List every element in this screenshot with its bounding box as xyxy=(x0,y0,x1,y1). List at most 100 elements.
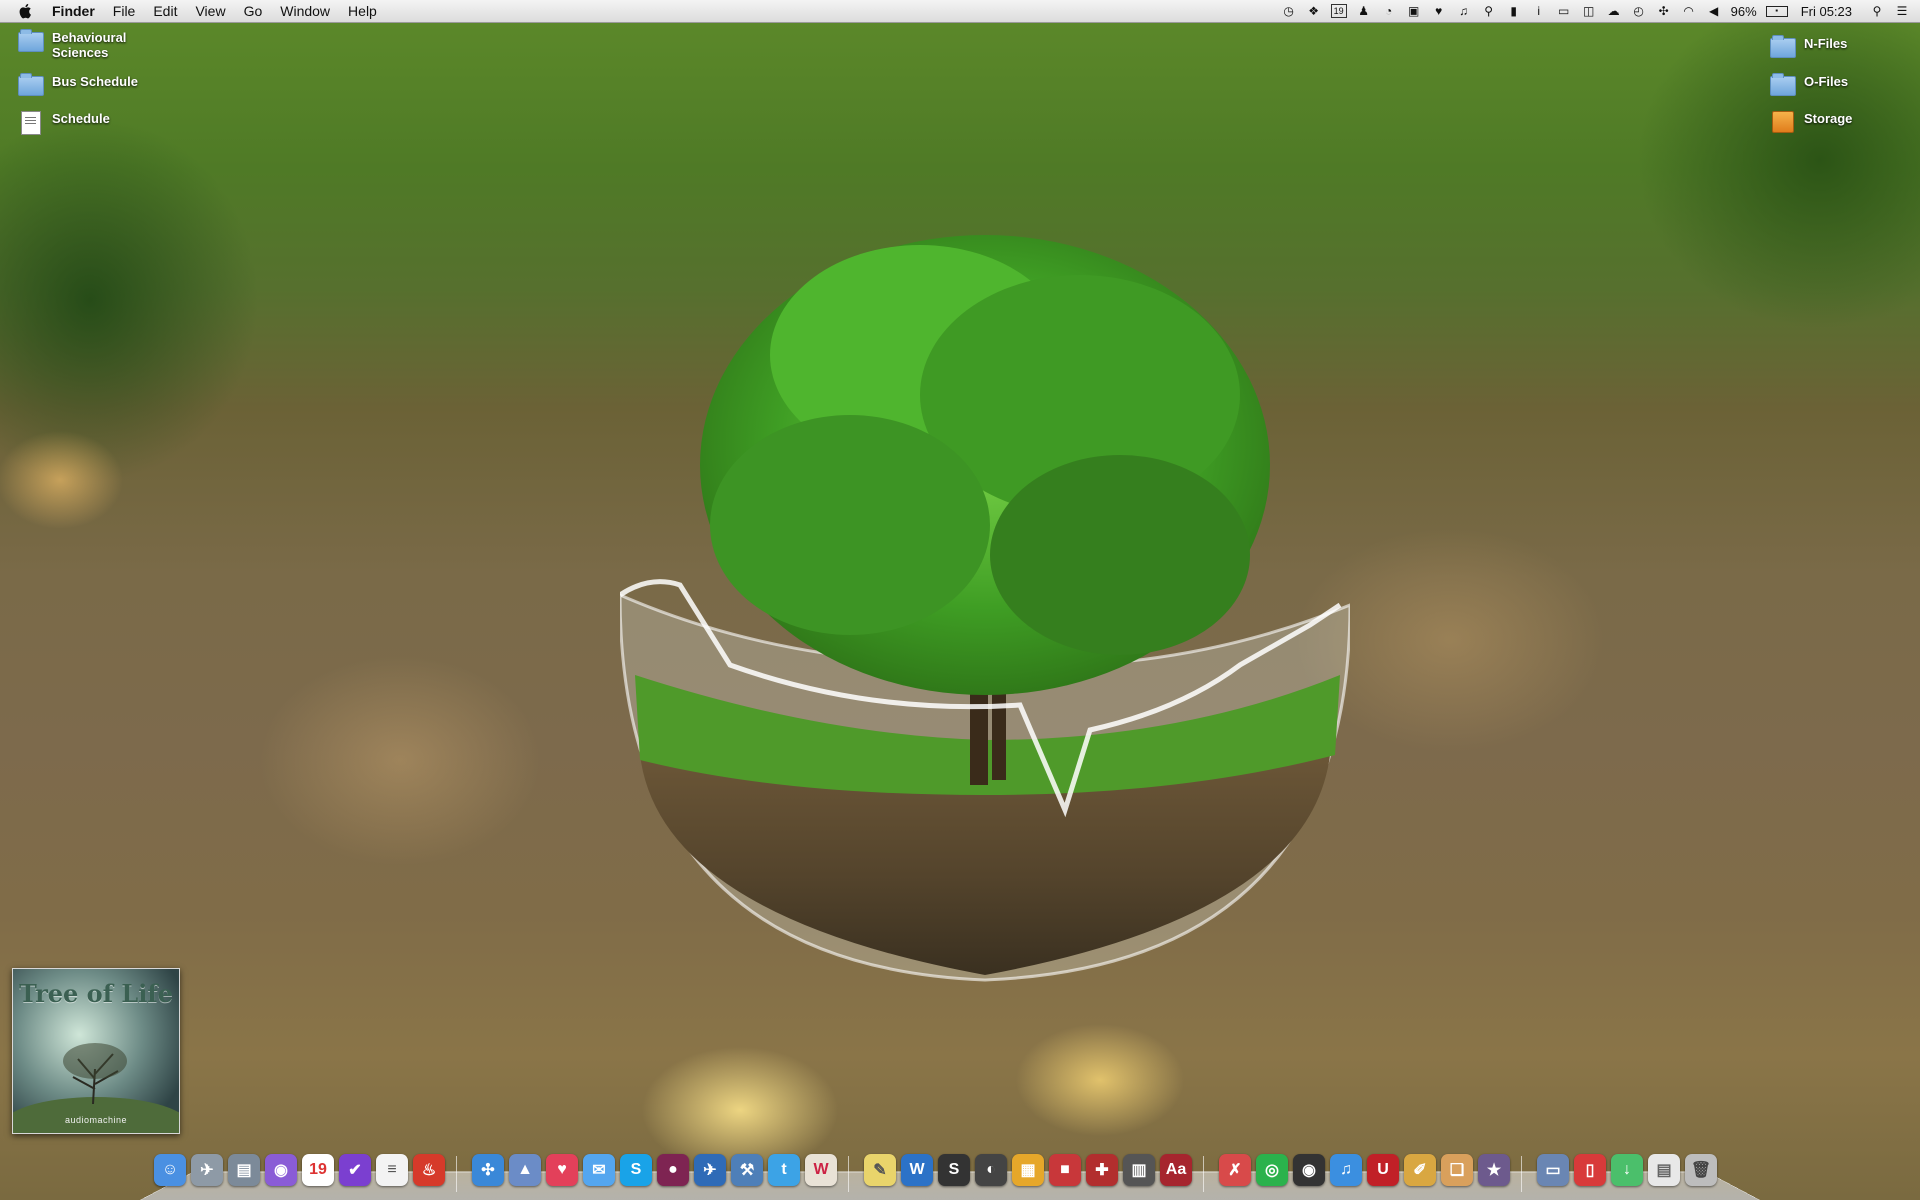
dock-popcorn-icon[interactable]: ▯ xyxy=(1574,1154,1606,1186)
desktop-drive-storage[interactable]: Storage xyxy=(1770,111,1852,133)
menu-clock[interactable]: Fri 05:23 xyxy=(1801,4,1852,19)
time-machine-icon[interactable]: ◴ xyxy=(1631,4,1647,18)
dock-itunes-icon[interactable]: ♫ xyxy=(1330,1154,1362,1186)
album-artist: audiomachine xyxy=(64,1115,128,1125)
dock-box-icon[interactable]: ❏ xyxy=(1441,1154,1473,1186)
menu-bar: Finder File Edit View Go Window Help ◷ ❖… xyxy=(0,0,1920,23)
dock-cleaner-icon[interactable]: ✗ xyxy=(1219,1154,1251,1186)
dock-artstudio-icon[interactable]: ✐ xyxy=(1404,1154,1436,1186)
desktop-folder-bus-schedule[interactable]: Bus Schedule xyxy=(18,73,138,96)
dock-file-viewer-icon[interactable]: ▭ xyxy=(1537,1154,1569,1186)
dock-launchpad-icon[interactable]: ✈ xyxy=(191,1154,223,1186)
menu-window[interactable]: Window xyxy=(280,0,330,22)
dropbox-icon[interactable]: ❖ xyxy=(1306,4,1322,18)
status-menu-area: ◷ ❖ 19 ♟ ◔ ▣ ♥ ♫ ⚲ ▮ i ▭ ◫ ☁ ◴ ✣ ◠ ◀ 96%… xyxy=(1281,0,1910,22)
dock-separator xyxy=(1521,1156,1522,1192)
dock-skype-icon[interactable]: S xyxy=(620,1154,652,1186)
dock-recipes-icon[interactable]: ♨ xyxy=(413,1154,445,1186)
dock-finder-icon[interactable]: ☺ xyxy=(154,1154,186,1186)
dock-twitter-icon[interactable]: t xyxy=(768,1154,800,1186)
menu-help[interactable]: Help xyxy=(348,0,377,22)
timer-icon[interactable]: ◔ xyxy=(1381,4,1397,18)
desktop-document-schedule[interactable]: Schedule xyxy=(18,111,110,135)
desktop-item-label: Behavioural Sciences xyxy=(52,30,127,60)
dock-xcode-icon[interactable]: ⚒ xyxy=(731,1154,763,1186)
list-icon[interactable]: ☰ xyxy=(1894,4,1910,18)
dock-wunderlist-icon[interactable]: W xyxy=(805,1154,837,1186)
dock-imovie-icon[interactable]: ★ xyxy=(1478,1154,1510,1186)
heart-icon[interactable]: ♥ xyxy=(1431,4,1447,18)
drive-icon xyxy=(1772,111,1794,133)
dock-safari-icon[interactable]: ✣ xyxy=(472,1154,504,1186)
menu-view[interactable]: View xyxy=(195,0,225,22)
dock: ☺ ✈ ▤ ◉ 19 ✔ ≡ ♨ ✣ ▲ ♥ ✉ S ● ✈ ⚒ t W ✎ W S ◐ ▦ ■ ✚ ▥ Aa ✗ ◎ ◉ ♫ U ✐ ❏ ★ ▭ ▯ ↓… xyxy=(140,1148,1760,1200)
battery-percent[interactable]: 96% xyxy=(1731,4,1757,19)
search-icon[interactable]: ⚲ xyxy=(1869,4,1885,18)
desktop-folder-n-files[interactable]: N-Files xyxy=(1770,35,1848,58)
battery-icon[interactable]: ▪ xyxy=(1765,5,1788,17)
desktop-item-label: Storage xyxy=(1804,111,1853,126)
dock-scrivener-icon[interactable]: S xyxy=(938,1154,970,1186)
dock-security-icon[interactable]: ✚ xyxy=(1086,1154,1118,1186)
desktop-item-label: O-Files xyxy=(1804,74,1849,89)
dock-messages-icon[interactable]: ✉ xyxy=(583,1154,615,1186)
dock-dictionary-icon[interactable]: Aa xyxy=(1160,1154,1192,1186)
pin-icon[interactable]: ⚲ xyxy=(1481,4,1497,18)
sync-icon[interactable]: ✣ xyxy=(1656,4,1672,18)
calendar-icon[interactable]: 19 xyxy=(1330,4,1347,18)
info-icon[interactable]: i xyxy=(1531,4,1547,18)
contact-icon[interactable]: ▣ xyxy=(1406,4,1422,18)
clock-icon[interactable]: ◷ xyxy=(1281,4,1297,18)
notes-icon[interactable]: ♟ xyxy=(1356,4,1372,18)
folder-icon xyxy=(1770,73,1796,96)
dock-camera-icon[interactable]: ◉ xyxy=(1293,1154,1325,1186)
desktop-folder-o-files[interactable]: O-Files xyxy=(1770,73,1849,96)
menu-go[interactable]: Go xyxy=(244,0,263,22)
window-icon[interactable]: ▭ xyxy=(1556,4,1572,18)
dock-activity-icon[interactable]: ▥ xyxy=(1123,1154,1155,1186)
airplay-icon[interactable]: ◫ xyxy=(1581,4,1597,18)
volume-icon[interactable]: ◀ xyxy=(1706,4,1722,18)
dock-separator xyxy=(456,1156,457,1192)
folder-icon xyxy=(18,73,44,96)
album-title: Tree of Life xyxy=(19,979,173,1008)
dock-calendar-icon[interactable]: 19 xyxy=(302,1154,334,1186)
dock-alfred-icon[interactable]: ● xyxy=(657,1154,689,1186)
dock-preview-icon[interactable]: ▲ xyxy=(509,1154,541,1186)
apple-menu-icon[interactable] xyxy=(18,3,34,19)
menu-file[interactable]: File xyxy=(113,0,136,22)
dock-unicorn-icon[interactable]: U xyxy=(1367,1154,1399,1186)
dock-downloads-icon[interactable]: ↓ xyxy=(1611,1154,1643,1186)
dock-cache-icon[interactable]: ■ xyxy=(1049,1154,1081,1186)
menu-edit[interactable]: Edit xyxy=(153,0,177,22)
desktop-folder-behavioural-sciences[interactable]: Behavioural Sciences xyxy=(18,29,127,60)
folder-icon xyxy=(1770,35,1796,58)
dock-omnifocus-icon[interactable]: ✔ xyxy=(339,1154,371,1186)
dock-trash-icon[interactable]: 🗑 xyxy=(1685,1154,1717,1186)
cloud-icon[interactable]: ☁ xyxy=(1606,4,1622,18)
now-playing-album-widget[interactable]: Tree of Life audiomachine xyxy=(12,968,180,1134)
dock-airmail-icon[interactable]: ✈ xyxy=(694,1154,726,1186)
folder-icon xyxy=(18,29,44,52)
dock-mission-control-icon[interactable]: ▤ xyxy=(228,1154,260,1186)
music-note-icon[interactable]: ♫ xyxy=(1456,4,1472,18)
dock-textedit-icon[interactable]: ≡ xyxy=(376,1154,408,1186)
desktop-item-label: N-Files xyxy=(1804,36,1848,51)
dock-pocket-icon[interactable]: ♥ xyxy=(546,1154,578,1186)
dock-separator xyxy=(848,1156,849,1192)
bookmark-icon[interactable]: ▮ xyxy=(1506,4,1522,18)
dock-word-icon[interactable]: W xyxy=(901,1154,933,1186)
wifi-icon[interactable]: ◠ xyxy=(1681,4,1697,18)
dock-icons: ☺ ✈ ▤ ◉ 19 ✔ ≡ ♨ ✣ ▲ ♥ ✉ S ● ✈ ⚒ t W ✎ W S ◐ ▦ ■ ✚ ▥ Aa ✗ ◎ ◉ ♫ U ✐ ❏ ★ ▭ ▯ ↓… xyxy=(154,1154,1758,1194)
dock-documents-icon[interactable]: ▤ xyxy=(1648,1154,1680,1186)
desktop-item-label: Schedule xyxy=(52,111,110,126)
dock-separator xyxy=(1203,1156,1204,1192)
dock-stickies-icon[interactable]: ✎ xyxy=(864,1154,896,1186)
dock-vpn-icon[interactable]: ◉ xyxy=(265,1154,297,1186)
dock-disk-diag-icon[interactable]: ◐ xyxy=(975,1154,1007,1186)
desktop-item-label: Bus Schedule xyxy=(52,74,138,89)
wallpaper-tree-orb xyxy=(620,235,1350,982)
dock-rubiks-icon[interactable]: ▦ xyxy=(1012,1154,1044,1186)
dock-spotify-icon[interactable]: ◎ xyxy=(1256,1154,1288,1186)
menu-app-finder[interactable]: Finder xyxy=(52,0,95,22)
